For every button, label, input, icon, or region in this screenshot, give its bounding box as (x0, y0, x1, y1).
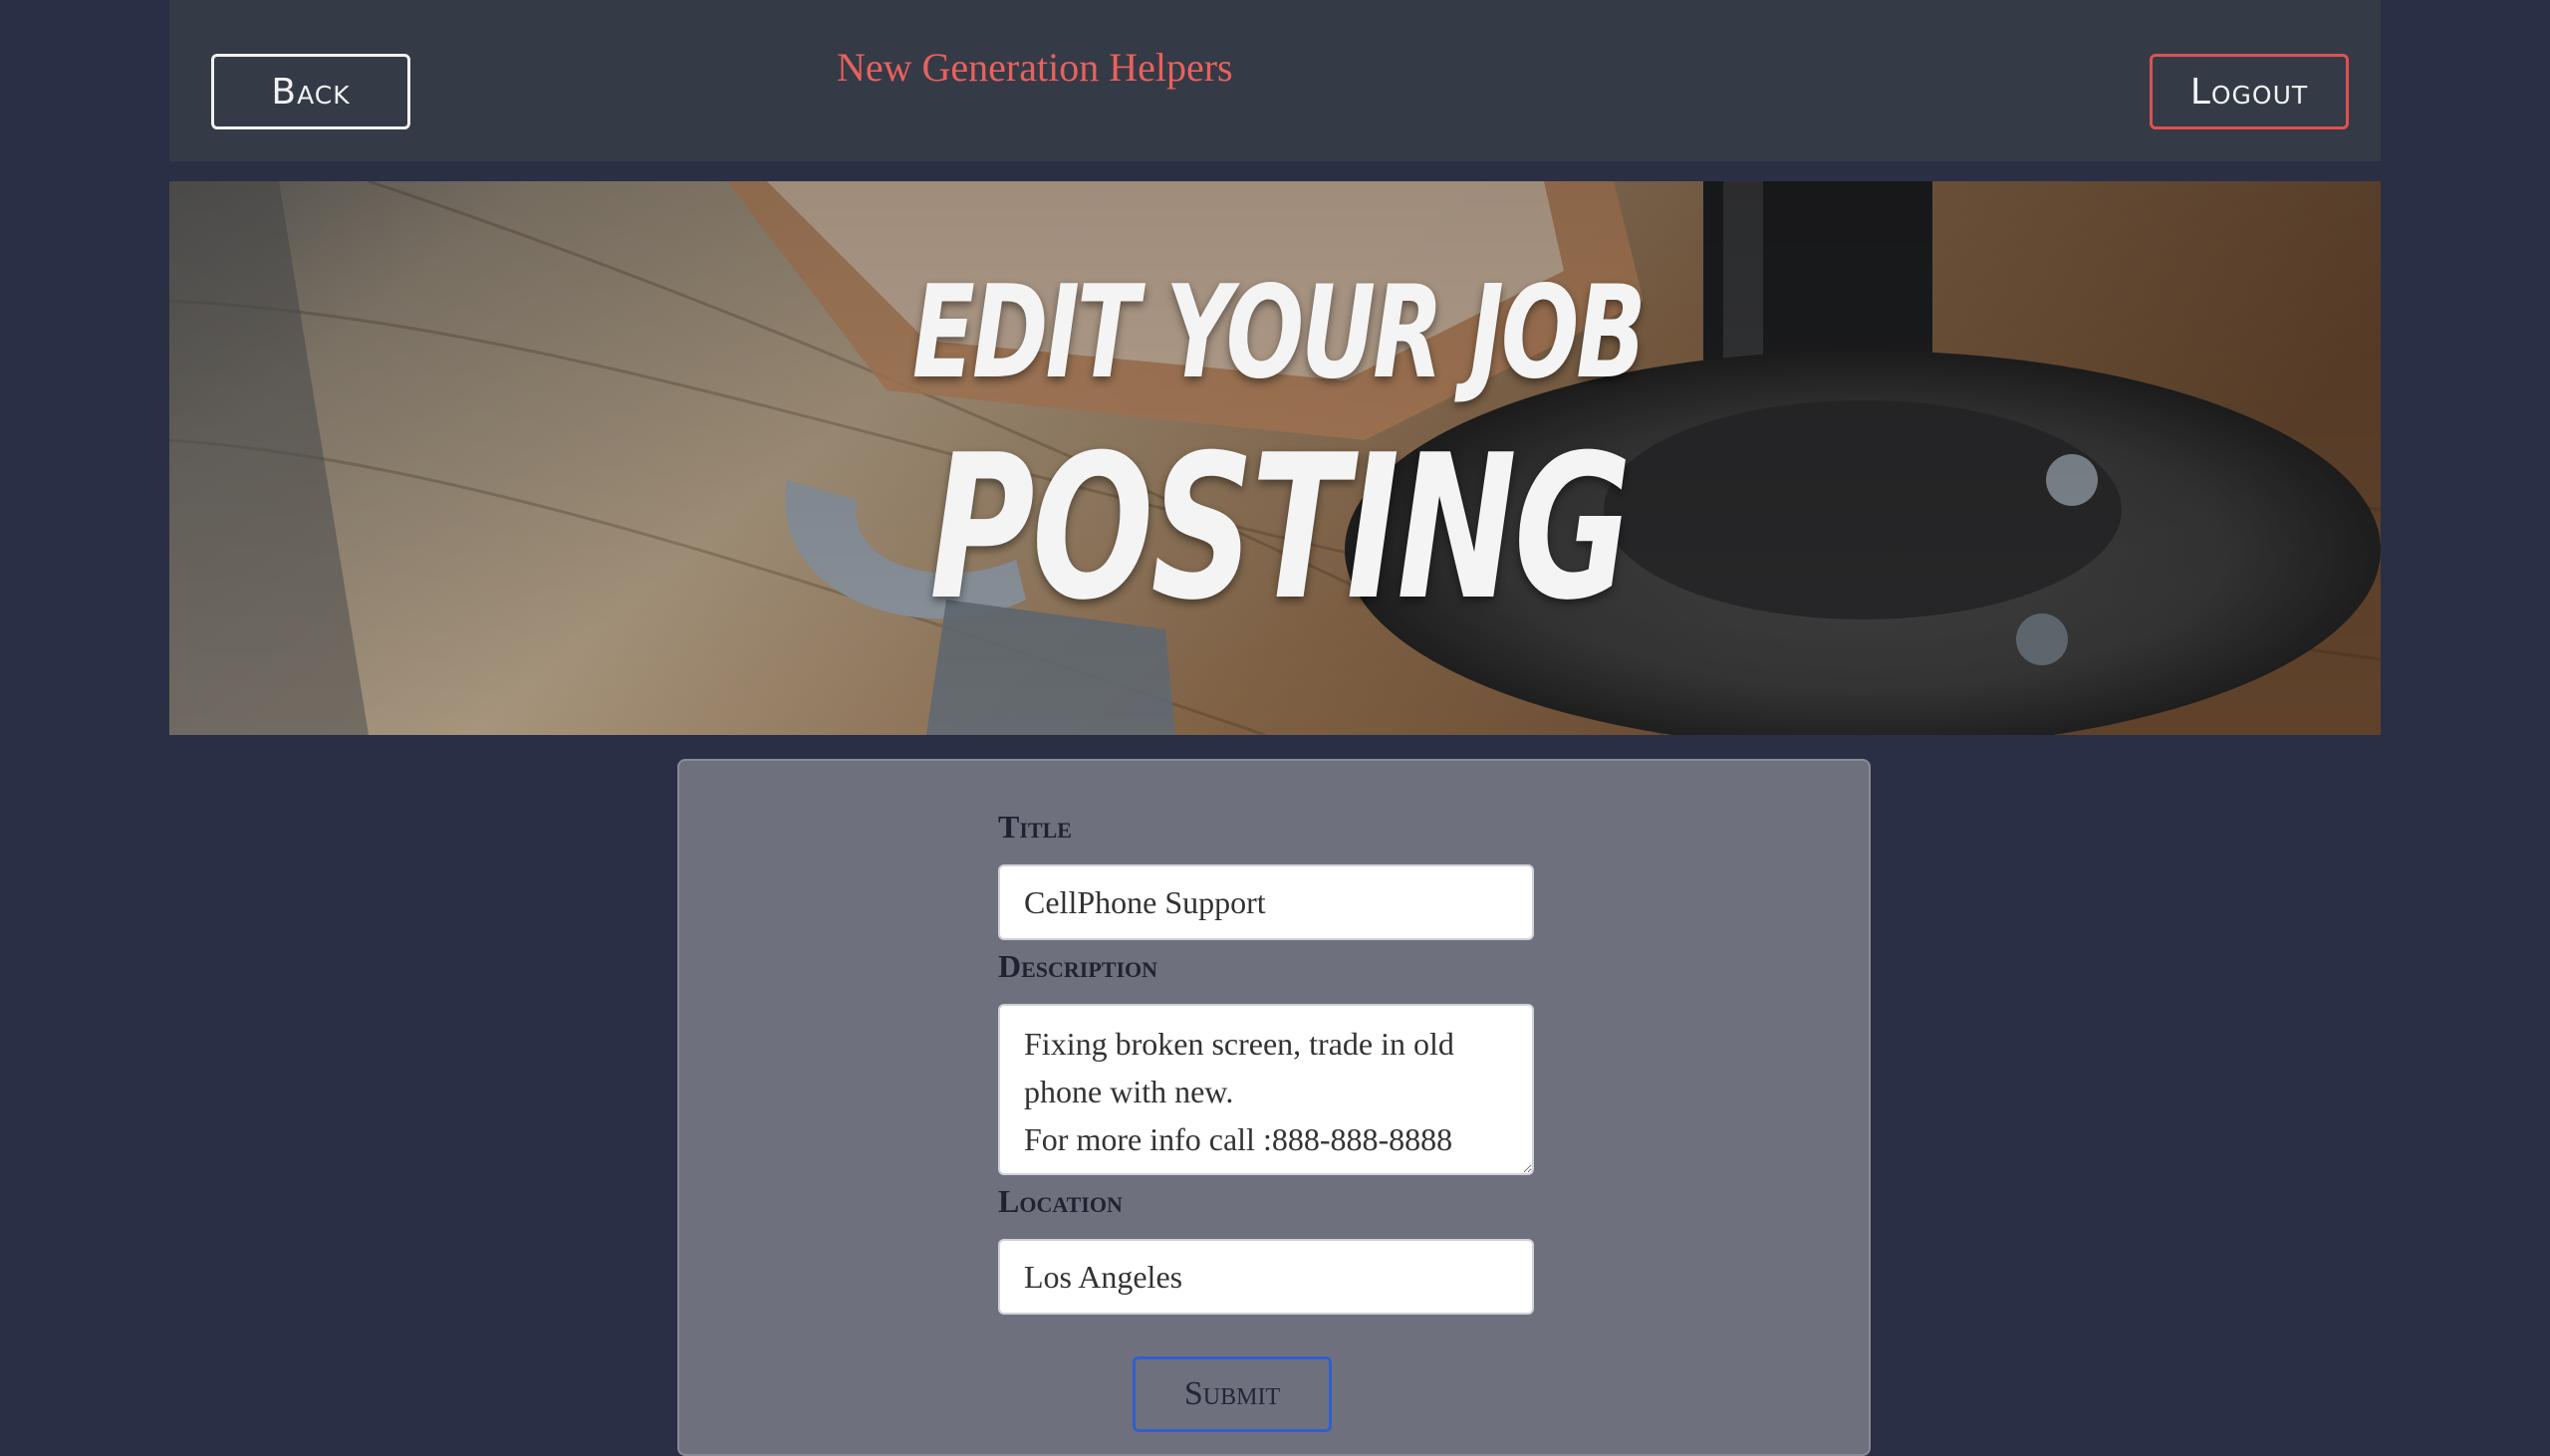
hero-banner: EDIT YOUR JOB POSTING (169, 181, 2381, 735)
location-input[interactable] (998, 1239, 1534, 1315)
title-label: Title (998, 809, 1072, 845)
logout-button[interactable]: Logout (2150, 54, 2349, 129)
description-textarea[interactable]: Fixing broken screen, trade in old phone… (998, 1004, 1534, 1175)
title-input[interactable] (998, 864, 1534, 940)
location-label: Location (998, 1183, 1123, 1219)
top-navbar: Back New Generation Helpers Logout (169, 0, 2381, 161)
description-label: Description (998, 948, 1158, 984)
brand-title: New Generation Helpers (837, 45, 1233, 90)
back-button[interactable]: Back (211, 54, 410, 129)
submit-button[interactable]: Submit (1133, 1356, 1332, 1432)
hero-heading-line1: EDIT YOUR JOB (911, 259, 1647, 407)
hero-heading-line2: POSTING (929, 412, 1632, 644)
job-edit-form: Title Description Fixing broken screen, … (677, 759, 1871, 1456)
